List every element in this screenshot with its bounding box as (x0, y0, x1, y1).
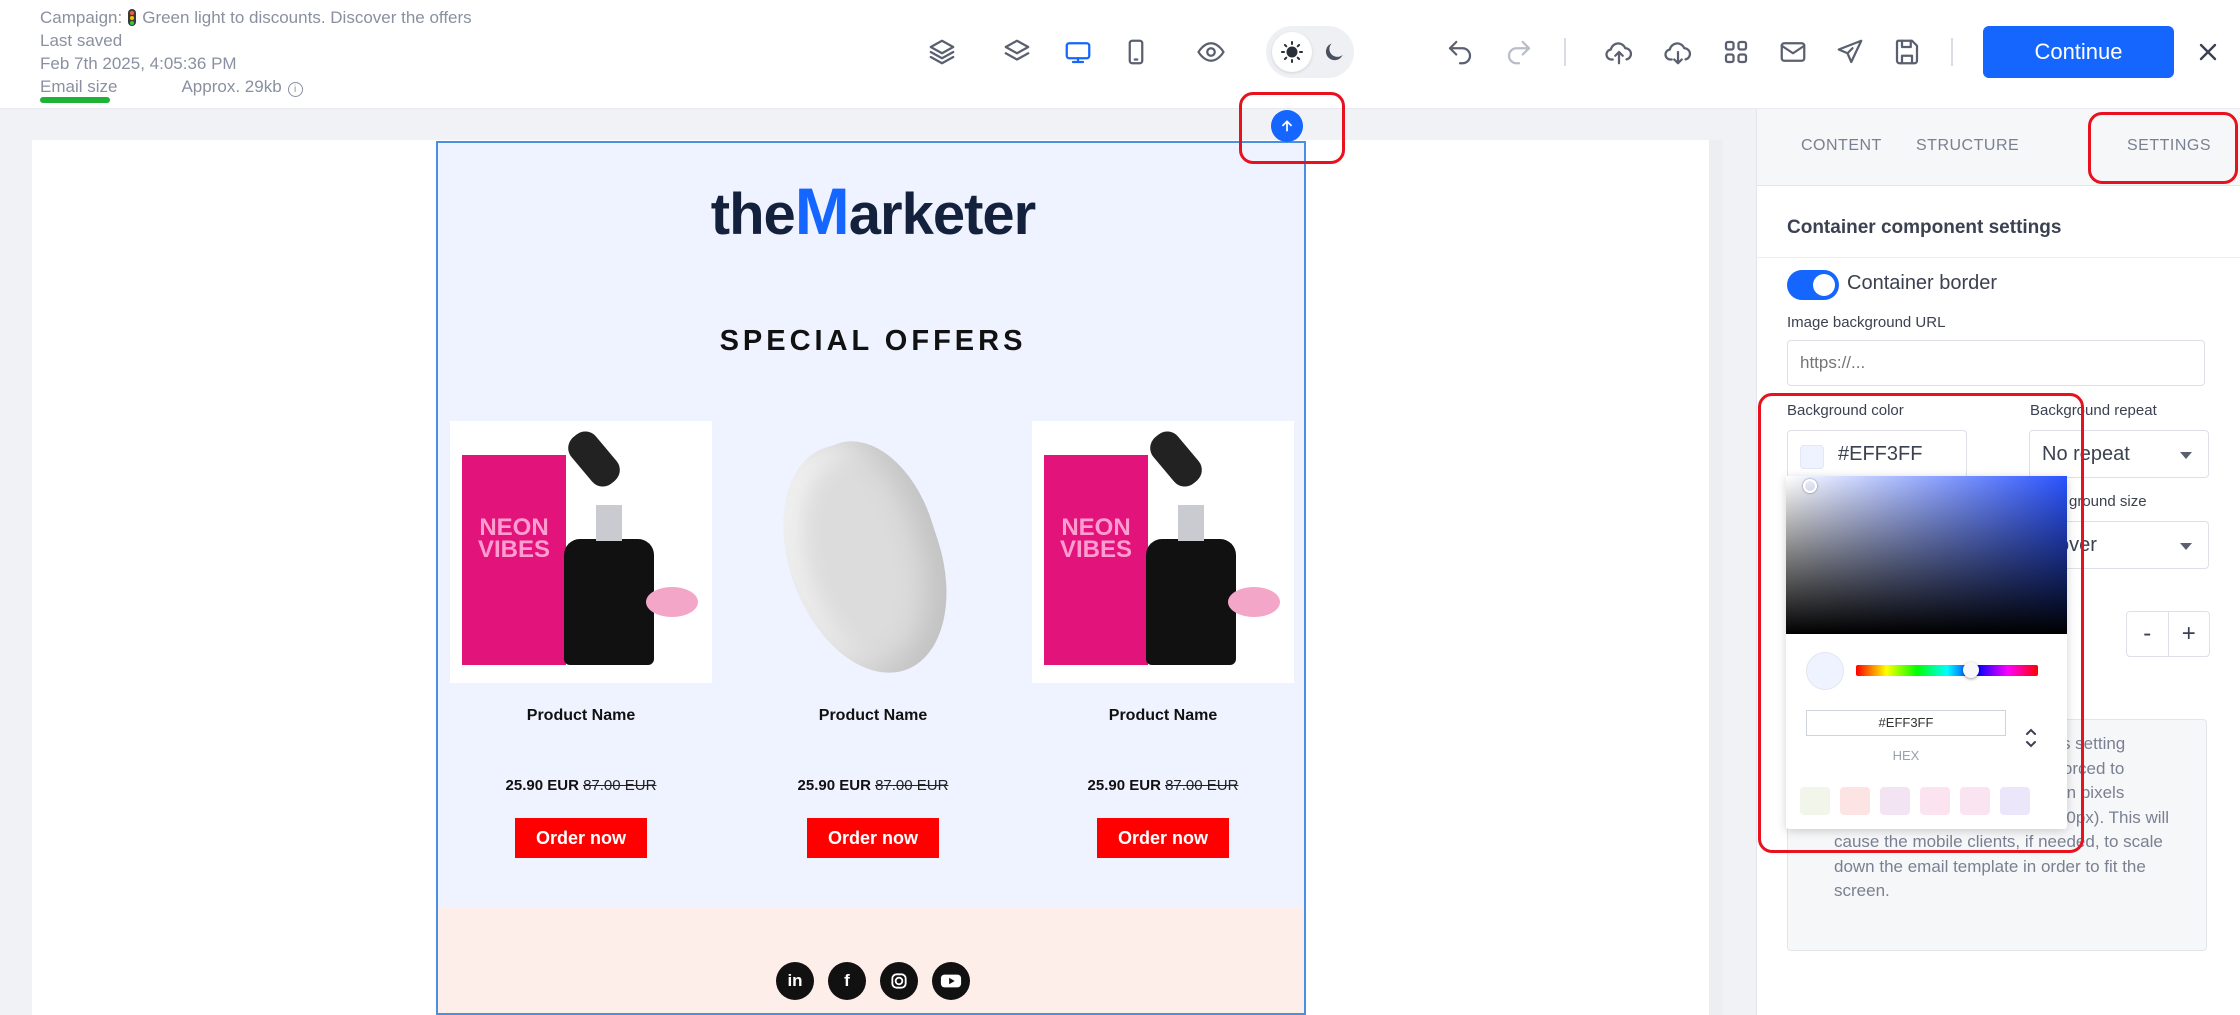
youtube-icon[interactable] (932, 962, 970, 1000)
toolbar-divider (1564, 38, 1566, 66)
bg-color-value: #EFF3FF (1838, 443, 1923, 465)
order-now-button[interactable]: Order now (515, 818, 647, 858)
product-card[interactable]: NEON VIBES Product Name 25.90 EUR 87.00 … (1032, 421, 1294, 858)
saturation-cursor[interactable] (1803, 479, 1817, 493)
bg-repeat-select[interactable]: No repeat (2029, 430, 2209, 478)
layers-icon[interactable] (997, 32, 1037, 72)
image-bg-url-input[interactable] (1787, 340, 2205, 386)
product-price: 25.90 EUR 87.00 EUR (505, 777, 657, 794)
preset-swatch[interactable] (1880, 787, 1910, 815)
preset-swatch[interactable] (1840, 787, 1870, 815)
divider (1757, 257, 2240, 258)
preset-swatch[interactable] (2000, 787, 2030, 815)
width-stepper[interactable]: - + (2126, 611, 2210, 657)
preset-swatch[interactable] (1960, 787, 1990, 815)
bg-color-field[interactable]: #EFF3FF (1787, 430, 1967, 478)
hue-knob[interactable] (1963, 662, 1979, 678)
campaign-meta: Campaign: Green light to discounts. Disco… (40, 6, 472, 103)
last-saved-label: Last saved (40, 31, 123, 50)
download-icon[interactable] (1658, 32, 1698, 72)
bg-color-label: Background color (1787, 402, 1904, 419)
product-price: 25.90 EUR 87.00 EUR (1087, 777, 1239, 794)
theme-toggle[interactable] (1266, 26, 1354, 78)
panel-tabs: CONTENT STRUCTURE SETTINGS (1757, 109, 2240, 186)
hue-slider[interactable] (1856, 662, 2038, 678)
redo-icon[interactable] (1499, 32, 1539, 72)
product-image-serum[interactable]: NEON VIBES (1032, 421, 1294, 683)
product-card[interactable]: Product Name 25.90 EUR 87.00 EUR Order n… (742, 421, 1004, 858)
continue-button[interactable]: Continue (1983, 26, 2174, 78)
order-now-button[interactable]: Order now (1097, 818, 1229, 858)
preset-swatch[interactable] (1920, 787, 1950, 815)
product-card[interactable]: NEON VIBES Product Name 25.90 EUR 87.00 … (450, 421, 712, 858)
last-saved-time: Feb 7th 2025, 4:05:36 PM (40, 54, 237, 73)
undo-icon[interactable] (1440, 32, 1480, 72)
preset-swatch[interactable] (1800, 787, 1830, 815)
instagram-icon[interactable] (880, 962, 918, 1000)
decrement-button[interactable]: - (2127, 612, 2169, 656)
modules-grid-icon[interactable] (1716, 32, 1756, 72)
canvas-scrollbar[interactable] (1709, 140, 1723, 1015)
bg-size-label: ground size (2069, 493, 2147, 510)
top-bar: Campaign: Green light to discounts. Disco… (0, 0, 2240, 109)
image-bg-label: Image background URL (1787, 314, 1946, 331)
email-size-label: Email size (40, 77, 118, 96)
section-title: Container component settings (1787, 217, 2062, 238)
sun-icon[interactable] (1272, 32, 1312, 72)
campaign-prefix: Campaign: (40, 8, 123, 27)
product-name: Product Name (526, 707, 636, 724)
brand-logo: theMarketer (710, 174, 1036, 248)
product-image-serum[interactable]: NEON VIBES (450, 421, 712, 683)
campaign-name: Green light to discounts. Discover the o… (142, 8, 472, 27)
save-icon[interactable] (1887, 32, 1927, 72)
email-size-value: Approx. 29kb (181, 77, 282, 96)
product-image-placeholder[interactable] (742, 421, 1004, 683)
moon-icon[interactable] (1314, 32, 1354, 72)
hex-label: HEX (1892, 748, 1920, 763)
linkedin-icon[interactable]: in (776, 962, 814, 1000)
traffic-light-icon (128, 9, 137, 26)
email-headline: SPECIAL OFFERS (719, 325, 1027, 357)
mobile-view-icon[interactable] (1116, 32, 1156, 72)
email-size-indicator (40, 97, 110, 103)
increment-button[interactable]: + (2169, 612, 2210, 656)
saturation-area[interactable] (1786, 476, 2067, 634)
social-icons: in f (438, 962, 1304, 1000)
container-border-label: Container border (1847, 272, 1998, 294)
preset-swatches (1800, 787, 2030, 815)
send-icon[interactable] (1830, 32, 1870, 72)
color-picker-popover: #EFF3FF HEX (1786, 476, 2067, 829)
facebook-icon[interactable]: f (828, 962, 866, 1000)
preview-eye-icon[interactable] (1191, 32, 1231, 72)
email-icon[interactable] (1773, 32, 1813, 72)
selected-container[interactable]: theMarketer SPECIAL OFFERS NEON VIBES Pr… (436, 141, 1306, 1015)
scroll-up-button[interactable] (1271, 110, 1303, 142)
tab-settings[interactable]: SETTINGS (2127, 137, 2211, 155)
product-price: 25.90 EUR 87.00 EUR (797, 777, 949, 794)
chevron-down-icon (2180, 543, 2192, 550)
close-icon[interactable] (2190, 34, 2226, 70)
order-now-button[interactable]: Order now (807, 818, 939, 858)
upload-icon[interactable] (1599, 32, 1639, 72)
hex-input[interactable]: #EFF3FF (1806, 710, 2006, 736)
toolbar-divider (1951, 38, 1953, 66)
tab-structure[interactable]: STRUCTURE (1916, 137, 2019, 155)
product-name: Product Name (1108, 707, 1218, 724)
desktop-view-icon[interactable] (1058, 32, 1098, 72)
mode-toggle-icon[interactable] (2024, 724, 2038, 752)
color-preview (1806, 652, 1844, 690)
layers-outline-icon[interactable] (922, 32, 962, 72)
info-icon[interactable]: i (287, 82, 303, 97)
tab-content[interactable]: CONTENT (1801, 137, 1882, 155)
container-border-toggle[interactable] (1787, 270, 1839, 300)
product-name: Product Name (818, 707, 928, 724)
bg-repeat-label: Background repeat (2030, 402, 2157, 419)
color-swatch[interactable] (1800, 445, 1824, 469)
chevron-down-icon (2180, 452, 2192, 459)
